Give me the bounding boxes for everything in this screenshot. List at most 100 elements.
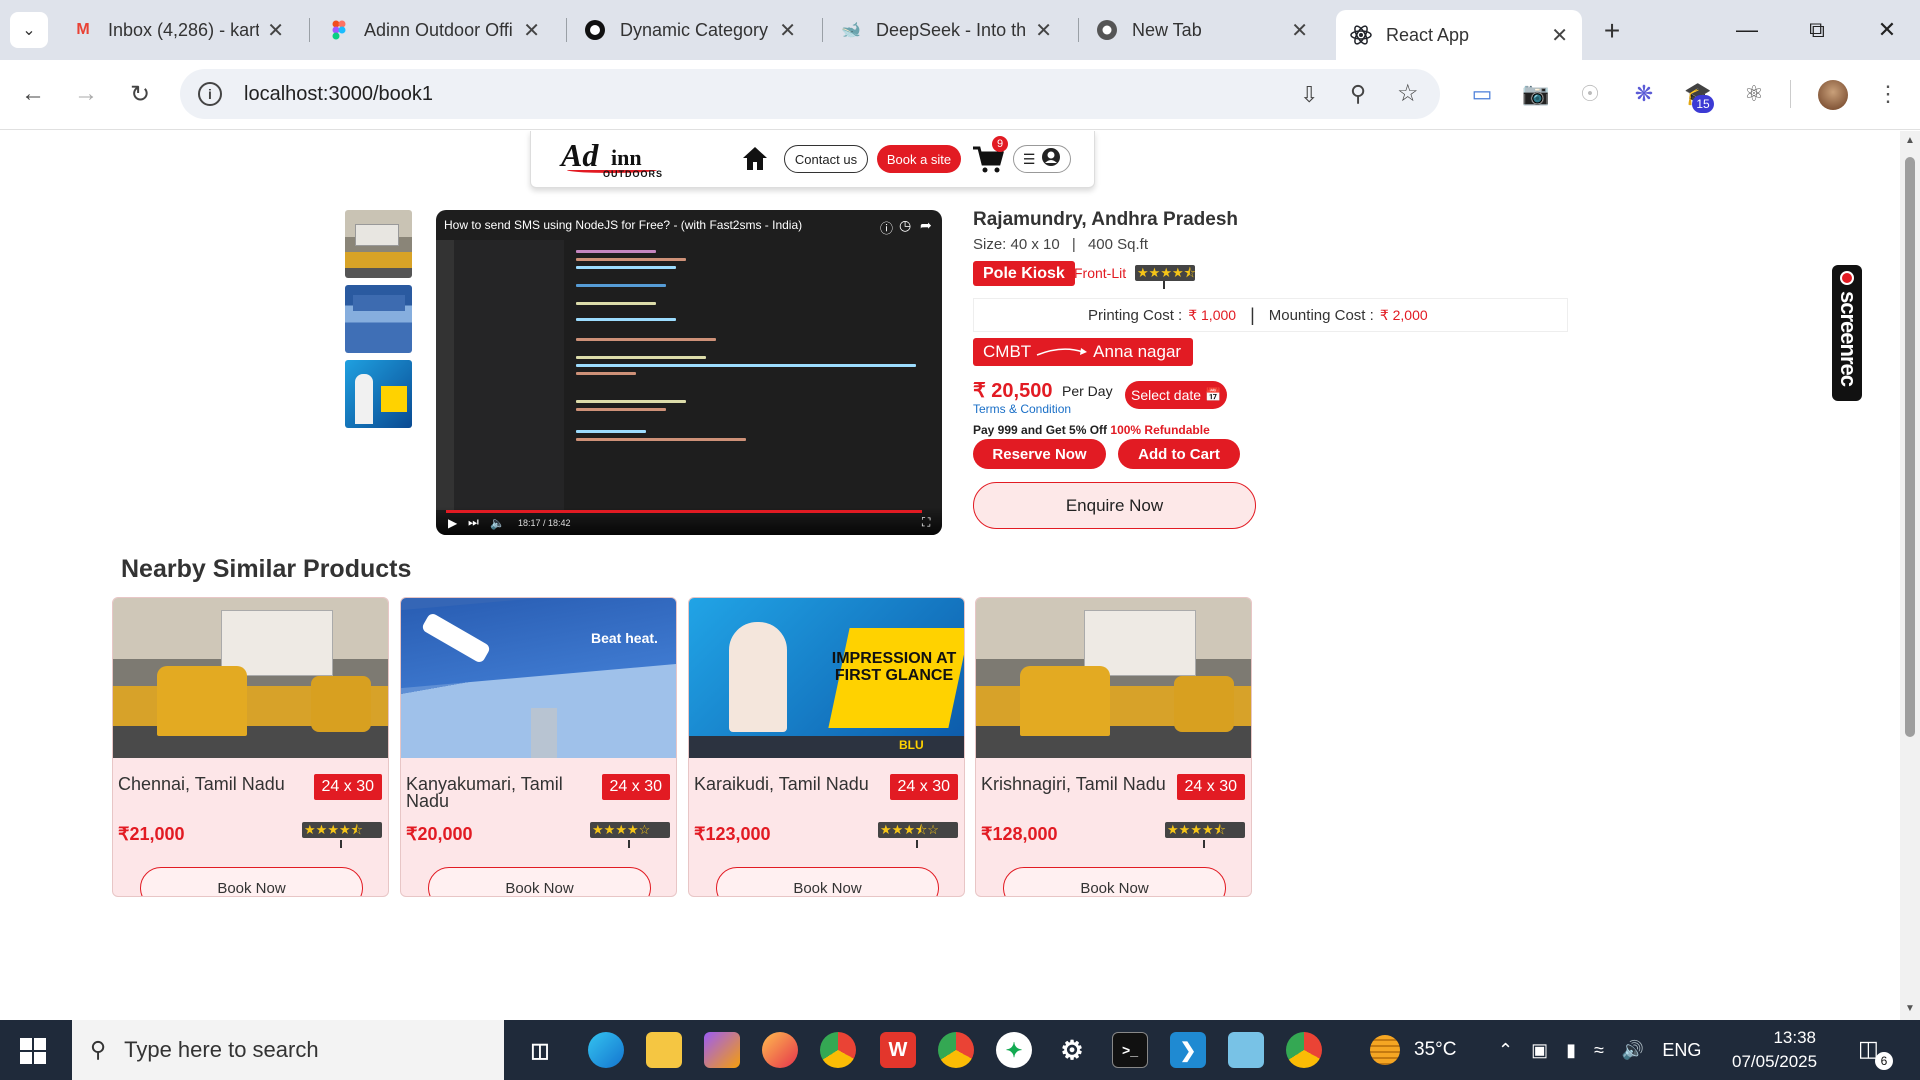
minimize-button[interactable]: — — [1712, 0, 1782, 60]
bookmark-star-icon[interactable]: ☆ — [1397, 79, 1419, 108]
add-to-cart-button[interactable]: Add to Cart — [1118, 439, 1240, 469]
site-info-icon[interactable]: i — [198, 82, 222, 106]
close-window-button[interactable]: ✕ — [1852, 0, 1920, 60]
video-clock-icon[interactable]: ◷ — [899, 217, 911, 234]
book-now-button[interactable]: Book Now — [140, 867, 363, 896]
vscode-icon[interactable]: ❯ — [1170, 1032, 1206, 1068]
nearby-card[interactable]: Chennai, Tamil Nadu 24 x 30 ₹21,000 ★ ★ ★ ★… — [112, 597, 389, 897]
url-text[interactable]: localhost:3000/book1 — [244, 83, 433, 106]
close-icon[interactable]: ✕ — [523, 18, 540, 43]
browser-tab-strip: ⌄ M Inbox (4,286) - kart ✕ Adinn Outdoor… — [0, 0, 1920, 60]
battery-icon[interactable]: ▮ — [1566, 1040, 1576, 1061]
tab-react-app[interactable]: React App ✕ — [1336, 10, 1582, 60]
sun-haze-icon — [1370, 1035, 1400, 1065]
book-a-site-button[interactable]: Book a site — [877, 145, 961, 173]
copilot-icon[interactable] — [704, 1032, 740, 1068]
volume-icon[interactable]: 🔊 — [1622, 1040, 1644, 1061]
terminal-icon[interactable]: >_ — [1112, 1032, 1148, 1068]
scroll-up-arrow[interactable]: ▲ — [1905, 135, 1915, 146]
chevron-up-icon[interactable]: ⌃ — [1498, 1040, 1513, 1061]
video-share-icon[interactable]: ➦ — [920, 217, 932, 234]
book-now-button[interactable]: Book Now — [428, 867, 651, 896]
close-icon[interactable]: ✕ — [1551, 23, 1568, 48]
terms-link[interactable]: Terms & Condition — [973, 402, 1071, 416]
user-menu-button[interactable]: ☰ — [1013, 145, 1071, 173]
gallery-thumbnail-2[interactable] — [345, 285, 412, 353]
language-indicator[interactable]: ENG — [1662, 1040, 1701, 1061]
extension-doc-icon[interactable]: ▭ — [1464, 76, 1500, 112]
weather-widget[interactable]: 35°C — [1370, 1020, 1456, 1080]
video-info-icon[interactable]: ⓘ — [880, 218, 893, 237]
menu-kebab-icon[interactable]: ⋮ — [1870, 76, 1906, 112]
install-app-icon[interactable]: ⇩ — [1300, 82, 1318, 108]
page-scrollbar[interactable]: ▲ ▼ — [1900, 131, 1920, 1020]
enquire-now-button[interactable]: Enquire Now — [973, 482, 1256, 529]
chrome-profile-icon[interactable] — [938, 1032, 974, 1068]
home-icon[interactable] — [741, 145, 769, 171]
scroll-thumb[interactable] — [1905, 157, 1915, 737]
adinn-logo[interactable]: Ad inn OUTDOORS — [561, 137, 671, 181]
close-icon[interactable]: ✕ — [779, 18, 796, 43]
start-windows-icon[interactable] — [20, 1038, 46, 1064]
contact-us-button[interactable]: Contact us — [784, 145, 868, 173]
gallery-thumbnail-3[interactable] — [345, 360, 412, 428]
tab-deepseek[interactable]: 🐋 DeepSeek - Into th ✕ — [826, 10, 1066, 50]
book-now-button[interactable]: Book Now — [716, 867, 939, 896]
settings-gear-icon[interactable]: ⚙ — [1054, 1032, 1090, 1068]
tab-adinn[interactable]: Adinn Outdoor Offi ✕ — [314, 10, 554, 50]
screenrec-widget[interactable]: screenrec — [1832, 265, 1862, 401]
nearby-card-name: Karaikudi, Tamil Nadu — [694, 774, 869, 794]
chrome-taskbar-icon[interactable] — [820, 1032, 856, 1068]
close-icon[interactable]: ✕ — [1035, 18, 1052, 43]
wps-office-icon[interactable]: W — [880, 1032, 916, 1068]
tab-search-button[interactable]: ⌄ — [10, 12, 48, 48]
star-icon: ★ — [1178, 822, 1191, 837]
book-now-button[interactable]: Book Now — [1003, 867, 1226, 896]
video-play-icon[interactable]: ▶ — [448, 516, 457, 530]
react-icon — [1350, 24, 1372, 46]
tab-gmail[interactable]: M Inbox (4,286) - kart ✕ — [58, 10, 298, 50]
close-icon[interactable]: ✕ — [1291, 18, 1308, 43]
new-tab-button[interactable]: + — [1595, 14, 1629, 48]
extensions-puzzle-icon[interactable]: ⚛ — [1736, 76, 1772, 112]
file-explorer-icon[interactable] — [646, 1032, 682, 1068]
edge-icon[interactable] — [588, 1032, 624, 1068]
notepad-icon[interactable] — [1228, 1032, 1264, 1068]
nearby-card[interactable]: Beat heat. Kanyakumari, Tamil Nadu 24 x … — [400, 597, 677, 897]
meet-icon[interactable]: ▣ — [1531, 1040, 1548, 1061]
taskbar-search[interactable]: ⚲ Type here to search — [72, 1020, 504, 1080]
profile-avatar[interactable] — [1818, 80, 1848, 110]
back-button[interactable]: ← — [13, 74, 53, 114]
restore-button[interactable]: ⧉ — [1782, 0, 1852, 60]
reload-button[interactable]: ↻ — [120, 74, 160, 114]
compass-icon[interactable]: ☉ — [1572, 76, 1608, 112]
chrome-dev-icon[interactable] — [1286, 1032, 1322, 1068]
select-date-button[interactable]: Select date 📅 — [1125, 381, 1228, 409]
nearby-card[interactable]: Krishnagiri, Tamil Nadu 24 x 30 ₹128,000… — [975, 597, 1252, 897]
windows-taskbar: ⚲ Type here to search ◫ W ✦ ⚙ >_ ❯ 35°C … — [0, 1020, 1920, 1080]
zoom-icon[interactable]: ⚲ — [1350, 81, 1366, 107]
camera-icon[interactable]: 📷 — [1518, 76, 1554, 112]
wifi-icon[interactable]: ≈ — [1594, 1040, 1604, 1061]
firefox-icon[interactable] — [762, 1032, 798, 1068]
video-volume-icon[interactable]: 🔈 — [490, 516, 505, 530]
video-progress-bar[interactable] — [446, 510, 923, 513]
tab-dynamic-category[interactable]: Dynamic Category ✕ — [570, 10, 810, 50]
scroll-down-arrow[interactable]: ▼ — [1905, 1003, 1915, 1014]
address-bar[interactable]: i localhost:3000/book1 ⇩ ⚲ ☆ — [180, 69, 1440, 119]
forward-button[interactable]: → — [66, 74, 106, 114]
tab-new-tab[interactable]: New Tab ✕ — [1082, 10, 1322, 50]
clock[interactable]: 13:38 07/05/2025 — [1732, 1026, 1817, 1074]
video-player[interactable]: How to send SMS using NodeJS for Free? -… — [436, 210, 942, 535]
video-next-icon[interactable]: ⏭ — [468, 515, 479, 530]
snowflake-ext-icon[interactable]: ❋ — [1626, 76, 1662, 112]
video-fullscreen-icon[interactable]: ⛶ — [922, 515, 930, 530]
reserve-now-button[interactable]: Reserve Now — [973, 439, 1106, 469]
task-view-icon[interactable]: ◫ — [522, 1032, 558, 1068]
product-rating-stars: ★ ★ ★ ★ ⯪ — [1135, 265, 1196, 281]
close-icon[interactable]: ✕ — [267, 18, 284, 43]
mongodb-icon[interactable]: ✦ — [996, 1032, 1032, 1068]
gallery-thumbnail-1[interactable] — [345, 210, 412, 278]
nearby-card[interactable]: IMPRESSION AT FIRST GLANCE BLU Karaikudi… — [688, 597, 965, 897]
system-tray[interactable]: ⌃ ▣ ▮ ≈ 🔊 ENG — [1498, 1020, 1701, 1080]
